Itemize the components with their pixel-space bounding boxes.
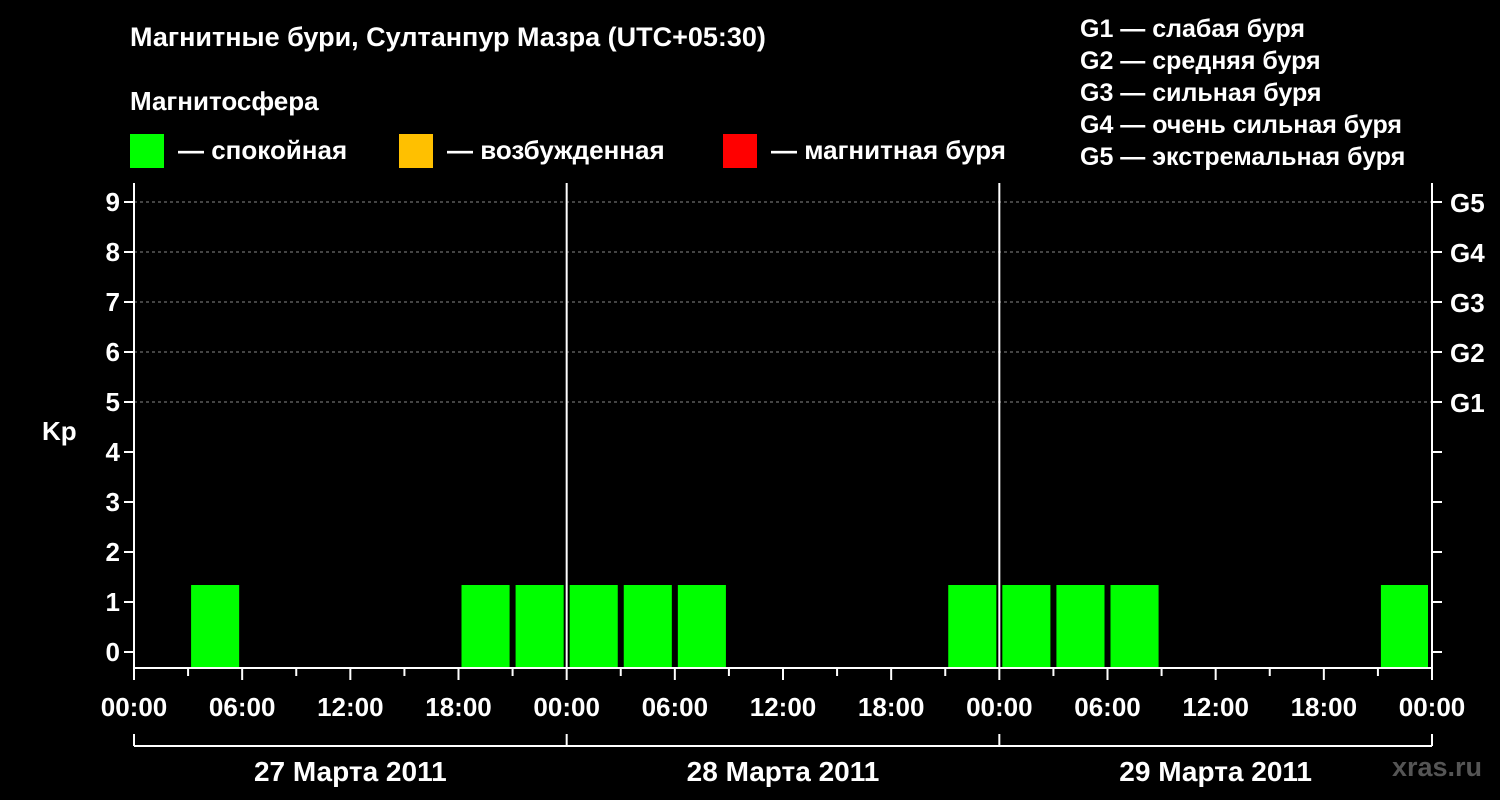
y-tick-label: 7	[106, 287, 120, 317]
day-label: 27 Марта 2011	[254, 756, 447, 787]
g-tick-label: G1	[1450, 388, 1485, 418]
kp-bar	[948, 585, 997, 668]
x-tick-label: 12:00	[750, 692, 817, 722]
x-tick-label: 00:00	[966, 692, 1033, 722]
x-tick-label: 18:00	[1291, 692, 1358, 722]
kp-bar	[515, 585, 564, 668]
kp-bar	[1110, 585, 1159, 668]
y-tick-label: 4	[106, 437, 121, 467]
kp-bar	[569, 585, 618, 668]
y-tick-label: 3	[106, 487, 120, 517]
kp-bar	[623, 585, 672, 668]
x-tick-label: 00:00	[101, 692, 168, 722]
y-tick-label: 9	[106, 187, 120, 217]
day-label: 28 Марта 2011	[687, 756, 880, 787]
x-tick-label: 18:00	[425, 692, 492, 722]
y-tick-label: 0	[106, 637, 120, 667]
y-tick-label: 8	[106, 237, 120, 267]
y-tick-label: 1	[106, 587, 120, 617]
kp-bar	[461, 585, 510, 668]
y-tick-label: 6	[106, 337, 120, 367]
kp-bar	[1380, 585, 1428, 668]
x-tick-label: 12:00	[317, 692, 384, 722]
x-tick-label: 18:00	[858, 692, 925, 722]
x-tick-label: 06:00	[1074, 692, 1141, 722]
day-label: 29 Марта 2011	[1119, 756, 1312, 787]
y-tick-label: 2	[106, 537, 120, 567]
y-axis-label: Kp	[42, 416, 77, 446]
x-tick-label: 12:00	[1182, 692, 1249, 722]
x-tick-label: 06:00	[642, 692, 709, 722]
kp-chart: 0 1 2 3 4 5 6 7 8 9 G1 G2 G3 G4 G5 Kp 00:00 06:00 12:00 18:…	[42, 183, 1485, 787]
g-tick-label: G5	[1450, 188, 1485, 218]
kp-bar	[677, 585, 726, 668]
g-tick-label: G3	[1450, 288, 1485, 318]
x-tick-label: 00:00	[1399, 692, 1466, 722]
kp-bar	[1002, 585, 1051, 668]
y-tick-label: 5	[106, 387, 120, 417]
x-tick-label: 00:00	[533, 692, 600, 722]
g-tick-label: G4	[1450, 238, 1485, 268]
kp-bar	[1056, 585, 1105, 668]
kp-bar	[191, 585, 240, 668]
x-tick-label: 06:00	[209, 692, 276, 722]
g-tick-label: G2	[1450, 338, 1485, 368]
